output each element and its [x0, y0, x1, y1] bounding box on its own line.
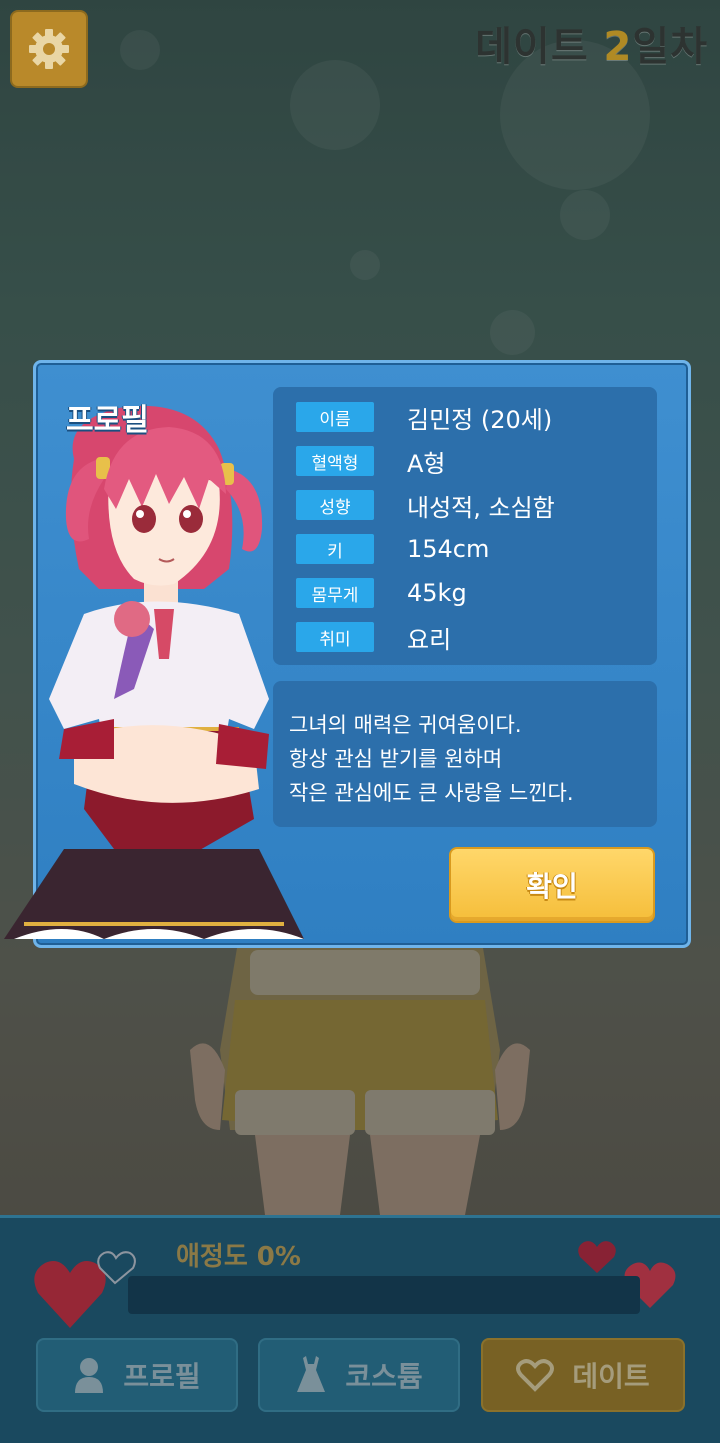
profile-dialog: 프로필 이름 김민정 (20세) 혈액형 A형 성향 내성적, 소심함 키 15… — [4, 360, 691, 948]
info-value: 요리 — [407, 625, 452, 654]
character-portrait — [4, 405, 304, 939]
profile-button-label: 프로필 — [123, 1360, 201, 1393]
description-panel: 그녀의 매력은 귀여움이다. 항상 관심 받기를 원하며 작은 관심에도 큰 사… — [273, 681, 657, 827]
info-row-hobby: 취미 요리 — [296, 622, 452, 654]
description-line: 작은 관심에도 큰 사랑을 느낀다. — [289, 781, 574, 805]
bottom-bar: 애정도 0% 프로필 코스튬 데이트 — [0, 1215, 720, 1443]
info-row-personality: 성향 내성적, 소심함 — [296, 490, 555, 522]
profile-button[interactable]: 프로필 — [36, 1338, 238, 1412]
info-value: 김민정 (20세) — [407, 405, 553, 434]
dialog-title: 프로필 — [66, 403, 149, 438]
day-prefix: 데이트 — [475, 24, 604, 70]
person-icon — [75, 1358, 104, 1393]
description-line: 항상 관심 받기를 원하며 — [289, 747, 503, 771]
info-label: 키 — [296, 534, 374, 564]
info-panel: 이름 김민정 (20세) 혈액형 A형 성향 내성적, 소심함 키 154cm … — [273, 387, 657, 665]
info-label: 몸무게 — [296, 578, 374, 608]
background-character — [190, 930, 530, 1215]
day-number: 2 — [603, 24, 633, 70]
info-value: 154cm — [407, 535, 490, 563]
info-value: 45kg — [407, 579, 467, 607]
info-row-weight: 몸무게 45kg — [296, 578, 467, 608]
info-label: 취미 — [296, 622, 374, 652]
heart-icon — [516, 1359, 555, 1392]
settings-button[interactable] — [10, 10, 88, 88]
info-label: 이름 — [296, 402, 374, 432]
costume-button-label: 코스튬 — [345, 1360, 423, 1393]
description-line: 그녀의 매력은 귀여움이다. — [289, 713, 522, 737]
affection-bar — [128, 1276, 640, 1314]
costume-button[interactable]: 코스튬 — [258, 1338, 460, 1412]
day-suffix: 일차 — [632, 24, 708, 70]
info-label: 성향 — [296, 490, 374, 520]
day-counter: 데이트 2일차 — [475, 14, 708, 72]
info-label: 혈액형 — [296, 446, 374, 476]
date-button[interactable]: 데이트 — [481, 1338, 685, 1412]
gear-icon — [29, 29, 69, 69]
info-row-blood-type: 혈액형 A형 — [296, 446, 446, 478]
info-row-height: 키 154cm — [296, 534, 489, 564]
date-button-label: 데이트 — [572, 1360, 650, 1393]
affection-label: 애정도 0% — [176, 1242, 301, 1272]
info-value: A형 — [407, 449, 446, 478]
confirm-button[interactable]: 확인 — [449, 847, 655, 923]
dress-icon — [297, 1356, 326, 1392]
info-row-name: 이름 김민정 (20세) — [296, 402, 553, 434]
info-value: 내성적, 소심함 — [407, 493, 555, 522]
